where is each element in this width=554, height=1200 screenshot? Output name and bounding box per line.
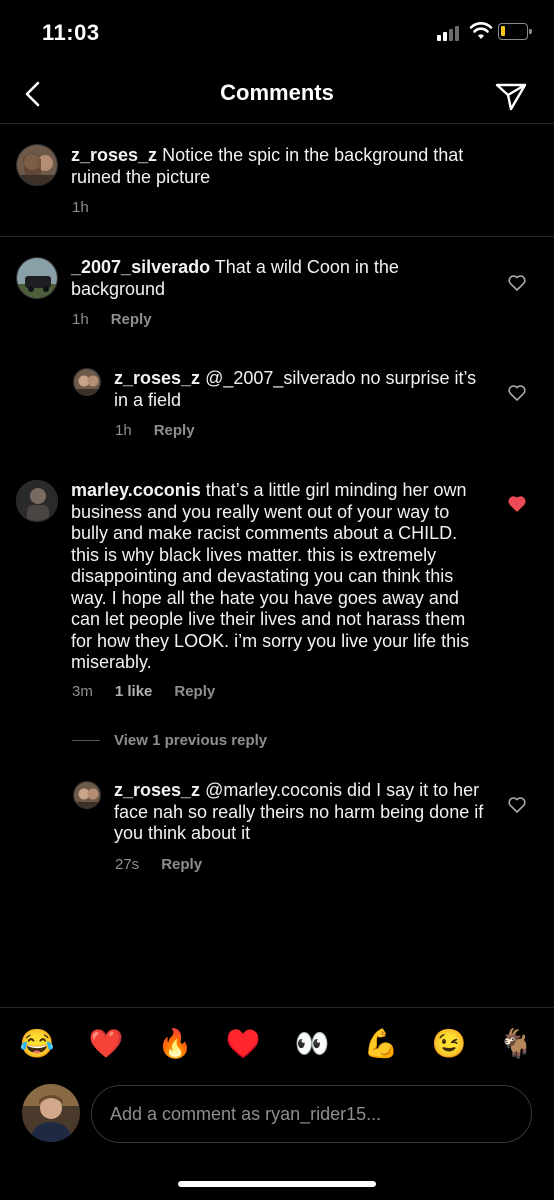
status-bar: 11:03 bbox=[0, 0, 554, 66]
home-indicator bbox=[178, 1181, 376, 1187]
heart-icon[interactable] bbox=[507, 795, 527, 815]
reply-button[interactable]: Reply bbox=[161, 856, 202, 873]
avatar[interactable] bbox=[16, 144, 58, 186]
comment-meta: 27s Reply bbox=[115, 856, 202, 873]
emoji-goat[interactable]: 🐐 bbox=[496, 1024, 536, 1064]
comment-meta: 3m 1 like Reply bbox=[72, 683, 215, 700]
caption-text: z_roses_z Notice the spic in the backgro… bbox=[71, 145, 511, 188]
comment-meta: 1h Reply bbox=[115, 422, 195, 439]
username[interactable]: marley.coconis bbox=[71, 480, 201, 500]
view-previous-replies[interactable]: View 1 previous reply bbox=[72, 732, 267, 749]
emoji-laughing[interactable]: 😂 bbox=[17, 1024, 57, 1064]
avatar[interactable] bbox=[73, 781, 101, 809]
emoji-wink[interactable]: 😉 bbox=[429, 1024, 469, 1064]
timestamp: 1h bbox=[115, 422, 132, 439]
divider-line bbox=[72, 740, 100, 741]
reply-item: z_roses_z @marley.coconis did I say it t… bbox=[0, 770, 554, 880]
emoji-flexed-bicep[interactable]: 💪 bbox=[361, 1024, 401, 1064]
emoji-fire[interactable]: 🔥 bbox=[155, 1024, 195, 1064]
timestamp: 27s bbox=[115, 856, 140, 873]
comment-meta: 1h bbox=[72, 199, 89, 216]
comment-input[interactable] bbox=[91, 1085, 532, 1143]
reply-button[interactable]: Reply bbox=[174, 683, 215, 700]
emoji-quick-reactions: 😂 ❤️ 🔥 ♥️ 👀 💪 😉 🐐 bbox=[0, 1024, 554, 1064]
emoji-red-heart[interactable]: ❤️ bbox=[86, 1024, 126, 1064]
heart-filled-icon[interactable] bbox=[507, 494, 527, 514]
composer-divider bbox=[0, 1007, 554, 1008]
send-icon[interactable] bbox=[492, 76, 530, 114]
header: Comments bbox=[0, 66, 554, 122]
timestamp: 1h bbox=[72, 199, 89, 216]
comment-text: marley.coconis that’s a little girl mind… bbox=[71, 480, 483, 674]
post-caption: z_roses_z Notice the spic in the backgro… bbox=[0, 124, 554, 236]
cellular-signal-icon bbox=[437, 23, 463, 41]
emoji-heart[interactable]: ♥️ bbox=[223, 1024, 263, 1064]
comment-body: that’s a little girl minding her own bus… bbox=[71, 480, 470, 672]
wifi-icon bbox=[469, 22, 493, 39]
username[interactable]: z_roses_z bbox=[114, 780, 200, 800]
view-previous-label: View 1 previous reply bbox=[114, 732, 268, 749]
username[interactable]: z_roses_z bbox=[114, 368, 200, 388]
avatar[interactable] bbox=[16, 257, 58, 299]
comment-meta: 1h Reply bbox=[72, 311, 152, 328]
status-time: 11:03 bbox=[42, 20, 100, 45]
timestamp: 3m bbox=[72, 683, 93, 700]
reply-item: z_roses_z @_2007_silverado no surprise i… bbox=[0, 358, 554, 458]
reply-button[interactable]: Reply bbox=[154, 422, 195, 439]
current-user-avatar bbox=[22, 1084, 80, 1142]
emoji-eyes[interactable]: 👀 bbox=[292, 1024, 332, 1064]
likes-count[interactable]: 1 like bbox=[115, 683, 153, 700]
comment-text: _2007_silverado That a wild Coon in the … bbox=[71, 257, 451, 300]
comment-item: marley.coconis that’s a little girl mind… bbox=[0, 470, 554, 720]
username[interactable]: z_roses_z bbox=[71, 145, 157, 165]
username[interactable]: _2007_silverado bbox=[71, 257, 210, 277]
reply-button[interactable]: Reply bbox=[111, 311, 152, 328]
timestamp: 1h bbox=[72, 311, 89, 328]
comment-text: z_roses_z @marley.coconis did I say it t… bbox=[114, 780, 484, 845]
avatar[interactable] bbox=[73, 368, 101, 396]
avatar[interactable] bbox=[16, 480, 58, 522]
battery-icon bbox=[498, 23, 532, 40]
heart-icon[interactable] bbox=[507, 383, 527, 403]
comment-item: _2007_silverado That a wild Coon in the … bbox=[0, 237, 554, 347]
page-title: Comments bbox=[220, 80, 334, 105]
comment-text: z_roses_z @_2007_silverado no surprise i… bbox=[114, 368, 484, 411]
heart-icon[interactable] bbox=[507, 273, 527, 293]
